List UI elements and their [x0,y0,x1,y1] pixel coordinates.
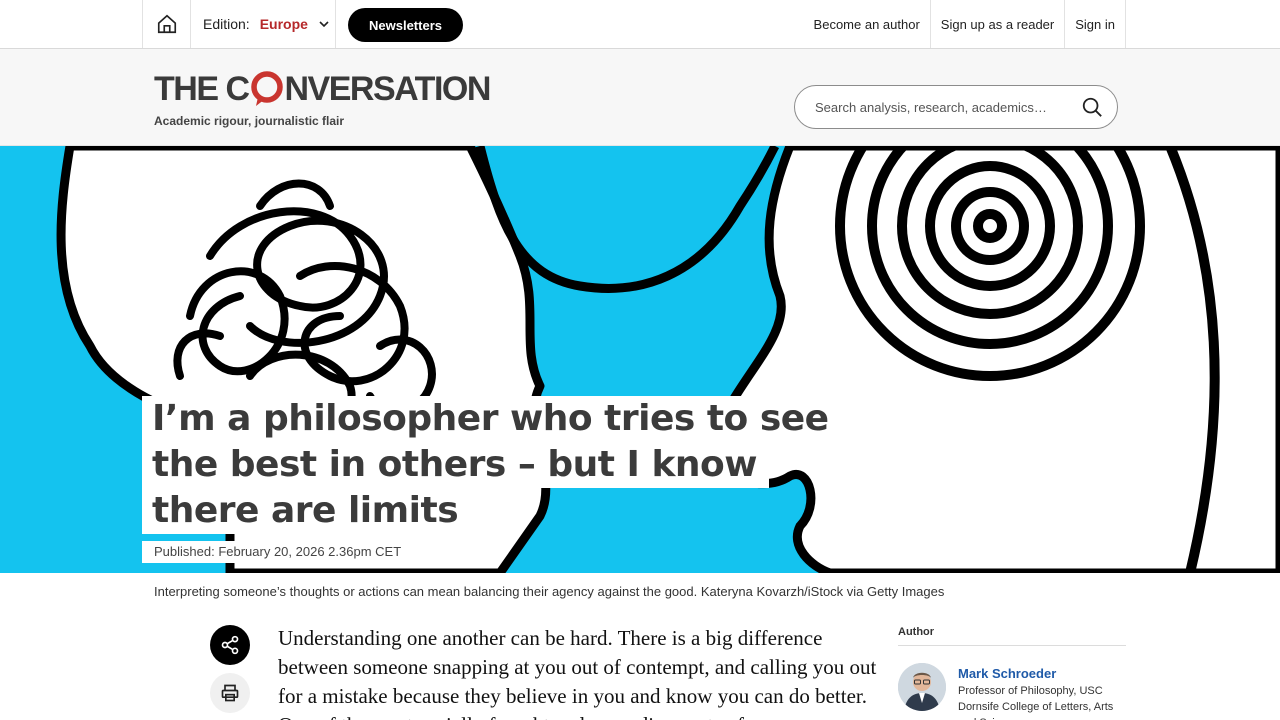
newsletters-button[interactable]: Newsletters [348,8,463,42]
print-icon [221,684,239,702]
home-button[interactable] [142,0,191,48]
site-tagline: Academic rigour, journalistic flair [154,114,345,128]
headline-line-3: there are limits [142,488,471,534]
masthead: THE C NVERSATION Academic rigour, journa… [0,49,1280,146]
author-card: Mark Schroeder Professor of Philosophy, … [898,663,1126,720]
edition-selector[interactable]: Edition: Europe [191,0,336,48]
author-details: Mark Schroeder Professor of Philosophy, … [958,663,1118,720]
top-utility-bar: Edition: Europe Newsletters Become an au… [0,0,1280,49]
author-heading: Author [898,626,1126,646]
account-links: Become an author Sign up as a reader Sig… [814,0,1126,48]
sign-up-reader-link[interactable]: Sign up as a reader [931,0,1066,48]
logo-text-right: NVERSATION [284,69,492,108]
headline-line-1: I’m a philosopher who tries to see [142,396,841,442]
search-icon[interactable] [1081,96,1103,118]
print-button[interactable] [210,673,250,713]
hero-image: I’m a philosopher who tries to see the b… [0,146,1280,573]
logo-speech-bubble-icon [250,69,284,109]
article-body-text: Understanding one another can be hard. T… [278,626,877,720]
share-button[interactable] [210,625,250,665]
author-avatar[interactable] [898,663,946,711]
sign-in-link[interactable]: Sign in [1065,0,1126,48]
share-icon [221,635,239,655]
become-author-link[interactable]: Become an author [814,0,931,48]
search-box[interactable] [794,85,1118,129]
author-role: Professor of Philosophy, USC Dornsife Co… [958,685,1114,720]
site-logo[interactable]: THE C NVERSATION [154,69,492,109]
logo-text-left: THE C [154,69,250,108]
edition-value: Europe [259,16,308,32]
headline-line-2: the best in others – but I know [142,442,770,488]
article-headline: I’m a philosopher who tries to see the b… [142,396,842,534]
chevron-down-icon [319,21,329,28]
search-input[interactable] [815,99,1055,115]
author-panel: Author Mark Schroeder Professor of Philo… [898,626,1126,720]
author-name-link[interactable]: Mark Schroeder [958,666,1118,681]
image-caption: Interpreting someone’s thoughts or actio… [154,584,945,599]
published-date: Published: February 20, 2026 2.36pm CET [142,541,413,563]
home-icon [157,14,176,34]
edition-label: Edition: [203,16,250,32]
